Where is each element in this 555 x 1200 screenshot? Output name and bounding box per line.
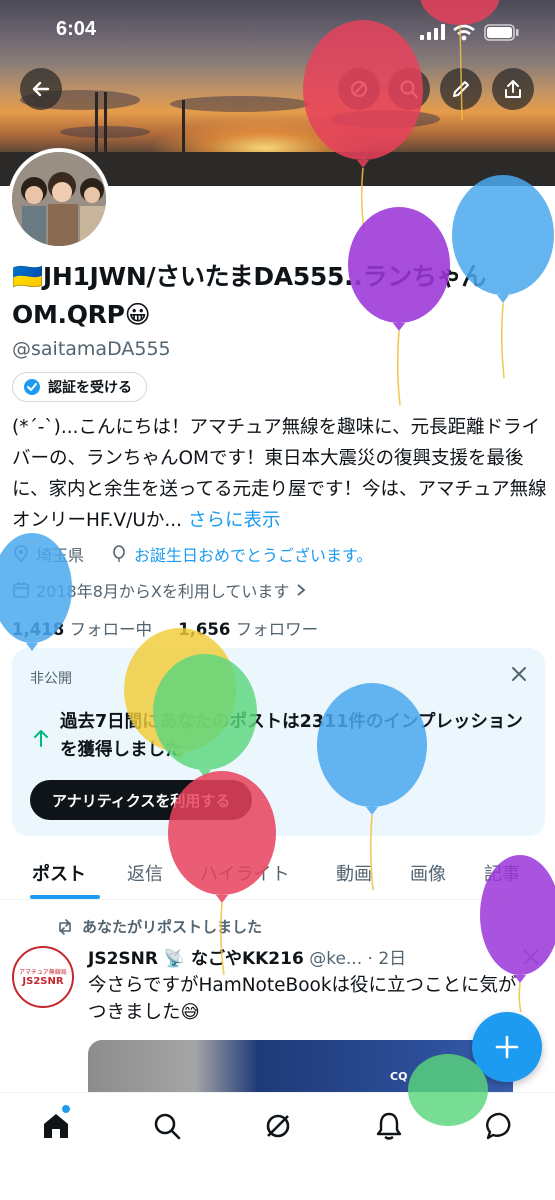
search-nav-icon[interactable] bbox=[152, 1111, 182, 1141]
analytics-button[interactable]: アナリティクスを利用する bbox=[30, 780, 253, 820]
followers-count: 1,656 bbox=[178, 620, 231, 639]
post-author-name[interactable]: JS2SNR 📡 なごやKK216 bbox=[88, 949, 304, 969]
birthday-text[interactable]: お誕生日おめでとうございます。 bbox=[134, 542, 372, 566]
tab-videos[interactable]: 動画 bbox=[336, 860, 372, 886]
post-image[interactable]: CQ bbox=[88, 1040, 513, 1100]
get-verified-label: 認証を受ける bbox=[48, 380, 132, 396]
grok-button[interactable] bbox=[338, 68, 380, 110]
profile-bio: (*´-`)...こんにちは！アマチュア無線を趣味に、元長距離ドライバーの、ラン… bbox=[12, 412, 547, 536]
display-name: 🇺🇦JH1JWN/さいたまDA555..ランちゃんOM.QRP😀 bbox=[12, 258, 552, 334]
get-verified-button[interactable]: 認証を受ける bbox=[12, 372, 147, 402]
balloon-icon bbox=[113, 545, 125, 562]
search-button[interactable] bbox=[388, 68, 430, 110]
follow-stats: 1,418 フォロー中 1,656 フォロワー bbox=[12, 616, 318, 640]
search-icon bbox=[400, 80, 419, 99]
arrow-left-icon bbox=[32, 81, 50, 97]
x-logo-icon bbox=[523, 949, 539, 965]
pencil-icon bbox=[453, 81, 469, 97]
post-author-avatar[interactable]: アマチュア無線局 JS2SNR bbox=[12, 946, 74, 1008]
status-time: 6:04 bbox=[56, 18, 97, 40]
tab-posts[interactable]: ポスト bbox=[32, 860, 86, 886]
chevron-right-icon bbox=[297, 584, 306, 596]
share-button[interactable] bbox=[492, 68, 534, 110]
signal-icon bbox=[420, 24, 445, 40]
bell-icon[interactable] bbox=[374, 1111, 404, 1141]
battery-icon bbox=[484, 24, 519, 41]
post-author-handle[interactable]: @ke... bbox=[309, 949, 362, 969]
post-header: JS2SNR 📡 なごやKK216 @ke... · 2日 bbox=[88, 949, 407, 969]
followers-link[interactable]: 1,656 フォロワー bbox=[178, 620, 318, 639]
impressions-text: 過去7日間にあなたのポストは2311件のインプレッションを獲得しました bbox=[60, 712, 523, 760]
joined-text: 2018年8月からXを利用しています bbox=[36, 582, 290, 601]
active-tab-indicator bbox=[30, 895, 100, 899]
compose-button[interactable] bbox=[472, 1012, 542, 1082]
avatar-photo bbox=[12, 152, 106, 246]
smile-icon: 😀 bbox=[124, 300, 151, 329]
post-text: 今さらですがHamNoteBookは役に立つことに気がつきました😅 bbox=[88, 975, 517, 1023]
messages-icon[interactable] bbox=[485, 1111, 515, 1141]
location-text: 埼玉県 bbox=[36, 546, 85, 565]
post-image-text: CQ bbox=[390, 1070, 408, 1083]
private-label: 非公開 bbox=[30, 671, 72, 687]
tab-images[interactable]: 画像 bbox=[410, 860, 446, 886]
bottom-navigation bbox=[0, 1092, 555, 1200]
followers-label: フォロワー bbox=[235, 620, 319, 639]
profile-tabs: ポスト 返信 ハイライト 動画 画像 記事 bbox=[0, 848, 555, 900]
grok-nav-icon[interactable] bbox=[263, 1111, 293, 1141]
avatar-callsign: JS2SNR bbox=[22, 976, 64, 987]
tab-replies[interactable]: 返信 bbox=[127, 860, 163, 886]
location-icon bbox=[14, 545, 28, 563]
share-icon bbox=[505, 80, 521, 98]
wifi-icon bbox=[453, 24, 475, 41]
profile-handle: @saitamaDA555 bbox=[12, 338, 171, 360]
display-name-text: JH1JWN/さいたまDA555..ランちゃんOM.QRP bbox=[12, 262, 487, 329]
following-count: 1,418 bbox=[12, 620, 65, 639]
home-icon[interactable] bbox=[41, 1111, 71, 1141]
grok-icon bbox=[351, 81, 367, 97]
following-link[interactable]: 1,418 フォロー中 bbox=[12, 620, 152, 639]
following-label: フォロー中 bbox=[69, 620, 152, 639]
tab-articles[interactable]: 記事 bbox=[484, 860, 520, 886]
tab-highlights[interactable]: ハイライト bbox=[200, 860, 290, 886]
joined-row[interactable]: 2018年8月からXを利用しています bbox=[12, 578, 307, 602]
verified-badge-icon bbox=[24, 379, 40, 395]
arrow-up-icon bbox=[34, 730, 48, 747]
repost-label: あなたがリポストしました bbox=[82, 918, 263, 936]
show-more-link[interactable]: さらに表示 bbox=[188, 510, 281, 531]
profile-avatar[interactable] bbox=[8, 148, 110, 250]
repost-indicator: あなたがリポストしました bbox=[56, 916, 262, 937]
flag-icon: 🇺🇦 bbox=[12, 262, 43, 291]
avatar-caption: アマチュア無線局 bbox=[19, 969, 67, 976]
back-button[interactable] bbox=[20, 68, 62, 110]
profile-meta-row: 埼玉県 お誕生日おめでとうございます。 bbox=[12, 542, 372, 566]
private-insights-card: 非公開 過去7日間にあなたのポストは2311件のインプレッションを獲得しました … bbox=[12, 648, 545, 836]
plus-icon bbox=[495, 1035, 519, 1059]
repost-icon bbox=[59, 918, 71, 935]
close-icon[interactable] bbox=[509, 664, 529, 684]
calendar-icon bbox=[13, 582, 29, 598]
edit-button[interactable] bbox=[440, 68, 482, 110]
post-time: 2日 bbox=[378, 949, 407, 969]
status-bar: 6:04 bbox=[0, 0, 555, 62]
